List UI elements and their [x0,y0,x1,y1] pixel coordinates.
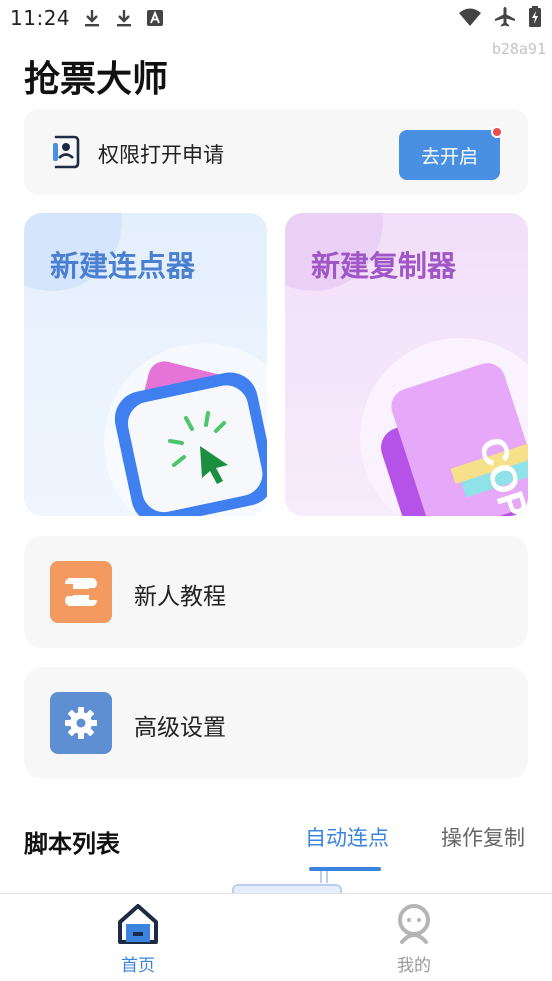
clicker-illustration [104,343,267,516]
status-time: 11:24 [10,6,71,30]
permission-label: 权限打开申请 [98,143,224,167]
nav-mine-label: 我的 [397,956,431,976]
advanced-settings-label: 高级设置 [134,715,226,741]
nav-mine[interactable]: 我的 [374,902,454,976]
new-clicker-card[interactable]: 新建连点器 [24,213,267,516]
permission-card: 权限打开申请 去开启 [24,109,528,195]
tab-indicator-connector [320,871,328,883]
download-icon [85,10,99,27]
download-icon [117,10,131,27]
device-id: b28a91 [491,40,546,58]
bottom-nav: 首页 我的 [0,893,552,981]
advanced-settings-menu-item[interactable]: 高级设置 [24,667,528,779]
tutorial-label: 新人教程 [134,584,226,610]
enable-permission-button[interactable]: 去开启 [399,130,500,180]
tutorial-icon [50,561,112,623]
nav-home-label: 首页 [121,956,155,976]
tab-operation-copy[interactable]: 操作复制 [441,822,525,852]
wifi-icon [459,8,481,26]
new-copier-card[interactable]: 新建复制器 COPY [285,213,528,516]
notification-icons [82,8,164,28]
nav-home[interactable]: 首页 [98,902,178,976]
airplane-icon [495,7,515,27]
script-list-title: 脚本列表 [24,830,120,858]
tab-auto-click[interactable]: 自动连点 [305,822,389,852]
notification-badge [491,126,503,138]
autofill-icon [147,10,163,26]
home-icon [118,904,158,944]
page-title: 抢票大师 [24,59,169,100]
copier-illustration: COPY [360,338,528,516]
battery-charging-icon [529,6,541,27]
permission-icon [53,135,80,169]
tutorial-menu-item[interactable]: 新人教程 [24,536,528,648]
gear-icon [50,692,112,754]
profile-icon [398,904,430,944]
system-icons [458,6,542,28]
status-bar: 11:24 [0,0,552,36]
